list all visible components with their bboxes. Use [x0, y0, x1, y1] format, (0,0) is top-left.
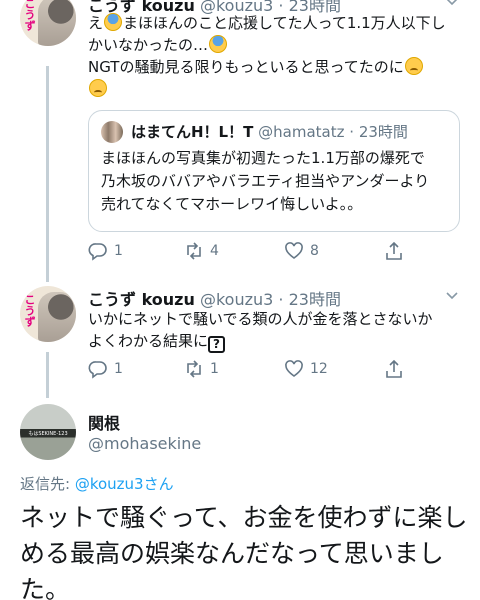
- pensive-face-emoji-icon: [89, 79, 107, 97]
- quoted-text-line: まほほんの写真集が初週たった1.1万部の爆死で: [101, 149, 425, 167]
- reply-icon: [88, 361, 107, 379]
- like-button[interactable]: 12: [284, 358, 328, 380]
- retweet-count: 4: [210, 243, 219, 259]
- reply-icon: [88, 243, 107, 261]
- tweet-kouzu-1[interactable]: こうず こうず kouzu @kouzu3 · 23時間 えまほほんのこと応援し…: [0, 0, 480, 280]
- avatar-sign-text: もはSEKINE-123: [28, 431, 68, 437]
- tweet-text-line: かいなかったの…: [88, 36, 209, 54]
- tweet-actions: 1 1 12: [88, 358, 468, 380]
- reply-button[interactable]: 1: [88, 240, 123, 262]
- chevron-down-icon[interactable]: [446, 290, 458, 302]
- avatar-text: こうず: [23, 0, 36, 31]
- avatar-photo: [38, 0, 76, 46]
- share-button[interactable]: [384, 240, 410, 262]
- user-handle[interactable]: @mohasekine: [88, 434, 201, 453]
- quoted-avatar: [101, 121, 123, 143]
- share-icon: [386, 241, 402, 260]
- quoted-timestamp: 23時間: [358, 123, 408, 141]
- avatar-text: こうず: [23, 294, 36, 327]
- reply-count: 1: [114, 361, 123, 377]
- avatar-photo: [38, 292, 76, 342]
- tweet-text-line: よくわかる結果に: [88, 332, 209, 350]
- like-count: 12: [310, 361, 328, 377]
- quoted-text-line: 売れてなくてマホーレワイ悔しいよ。。: [101, 195, 363, 213]
- display-name[interactable]: 関根: [88, 410, 120, 434]
- avatar[interactable]: もはSEKINE-123: [20, 404, 76, 460]
- tweet-text: え まほほんのこと応援してた人って1.1万人以下し かいなかったの… NGTの騒動…: [88, 12, 458, 100]
- reply-to-label: 返信先:: [20, 475, 71, 493]
- heart-icon: [285, 242, 303, 259]
- reply-to-line: 返信先: @kouzu3さん: [20, 473, 174, 494]
- fearful-face-emoji-icon: [104, 13, 123, 31]
- retweet-count: 1: [210, 361, 219, 377]
- quoted-handle: @hamatatz: [258, 123, 345, 141]
- reply-count: 1: [114, 243, 123, 259]
- tweet-header: こうず kouzu @kouzu3 · 23時間: [88, 286, 341, 310]
- retweet-button[interactable]: 4: [184, 240, 219, 262]
- separator-dot: ·: [349, 123, 355, 141]
- tweet-kouzu-2[interactable]: こうず こうず kouzu @kouzu3 · 23時間 いかにネットで騒いでる…: [0, 282, 480, 392]
- tweet-text-line: まほほんのこと応援してた人って1.1万人以下し: [123, 14, 446, 32]
- chevron-down-icon[interactable]: [446, 0, 458, 8]
- timestamp[interactable]: 23時間: [289, 290, 341, 309]
- share-button[interactable]: [384, 358, 410, 380]
- reply-button[interactable]: 1: [88, 358, 123, 380]
- heart-icon: [285, 360, 303, 377]
- user-handle[interactable]: @kouzu3: [200, 290, 273, 309]
- retweet-button[interactable]: 1: [184, 358, 219, 380]
- tweet-text-line: NGTの騒動見る限りもっといると思ってたのに: [88, 58, 404, 76]
- tweet-text-line: いかにネットで騒いでる類の人が金を落とさないか: [88, 310, 433, 328]
- like-count: 8: [310, 243, 319, 259]
- avatar[interactable]: こうず: [20, 0, 76, 46]
- quoted-header: はまてんH！L！T @hamatatz · 23時間: [131, 121, 408, 142]
- like-button[interactable]: 8: [284, 240, 319, 262]
- avatar[interactable]: こうず: [20, 286, 76, 342]
- display-name[interactable]: こうず kouzu: [88, 290, 195, 309]
- quoted-tweet[interactable]: はまてんH！L！T @hamatatz · 23時間 まほほんの写真集が初週たっ…: [88, 110, 460, 232]
- quoted-display-name: はまてんH！L！T: [131, 123, 254, 141]
- tweet-actions: 1 4 8: [88, 240, 468, 262]
- question-box-icon: ?: [208, 336, 226, 353]
- reply-to-link[interactable]: @kouzu3さん: [75, 475, 174, 493]
- fearful-face-emoji-icon: [209, 35, 228, 53]
- retweet-icon: [187, 242, 201, 260]
- quoted-text: まほほんの写真集が初週たった1.1万部の爆死で 乃木坂のババアやバラエティ担当や…: [101, 147, 451, 216]
- pensive-face-emoji-icon: [404, 57, 423, 75]
- share-icon: [386, 359, 402, 378]
- focused-tweet-text: ネットで騒ぐって、お金を使わずに楽しめる最高の娯楽なんだなって思いました。: [20, 503, 468, 600]
- separator-dot: ·: [278, 290, 284, 309]
- tweet-text: いかにネットで騒いでる類の人が金を落とさないか よくわかる結果に?: [88, 308, 458, 353]
- quoted-text-line: 乃木坂のババアやバラエティ担当やアンダーより: [101, 172, 430, 190]
- tweet-text-line: え: [88, 14, 104, 32]
- retweet-icon: [187, 360, 201, 378]
